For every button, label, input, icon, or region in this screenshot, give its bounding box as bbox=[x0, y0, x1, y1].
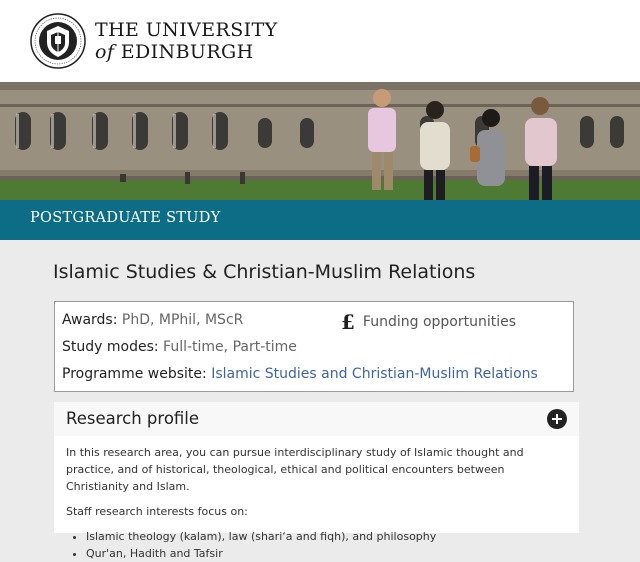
funding-link-label: Funding opportunities bbox=[362, 314, 517, 330]
awards-row: Awards: PhD, MPhil, MScR bbox=[62, 312, 243, 328]
hero-banner-image bbox=[0, 82, 640, 200]
programme-website-label: Programme website: bbox=[62, 366, 207, 382]
research-intro-paragraph: In this research area, you can pursue in… bbox=[66, 446, 524, 493]
research-interests-list: Islamic theology (kalam), law (shari‘a a… bbox=[66, 528, 566, 562]
programme-info-box: Awards: PhD, MPhil, MScR £ Funding oppor… bbox=[54, 301, 574, 392]
study-modes-label: Study modes: bbox=[62, 339, 159, 355]
wordmark-of: of bbox=[95, 40, 115, 63]
wordmark-edinburgh: EDINBURGH bbox=[120, 40, 254, 63]
wordmark-line1: THE UNIVERSITY bbox=[95, 18, 278, 41]
plus-circle-icon[interactable] bbox=[547, 409, 567, 429]
research-profile-body: In this research area, you can pursue in… bbox=[66, 444, 566, 562]
awards-label: Awards: bbox=[62, 312, 118, 328]
list-item: Qur'an, Hadith and Tafsir bbox=[86, 545, 566, 562]
university-logo[interactable]: THE UNIVERSITY of EDINBURGH bbox=[29, 12, 278, 70]
page-title: Islamic Studies & Christian-Muslim Relat… bbox=[53, 261, 476, 283]
pound-icon: £ bbox=[341, 310, 355, 334]
research-profile-title: Research profile bbox=[66, 409, 200, 428]
university-crest-icon bbox=[30, 13, 86, 69]
section-label[interactable]: POSTGRADUATE STUDY bbox=[30, 210, 221, 226]
programme-website-row: Programme website: Islamic Studies and C… bbox=[62, 366, 538, 382]
study-modes-value: Full-time, Part-time bbox=[163, 339, 297, 355]
study-modes-row: Study modes: Full-time, Part-time bbox=[62, 339, 297, 355]
funding-opportunities-link[interactable]: £ Funding opportunities bbox=[341, 310, 516, 334]
wordmark-line2: of EDINBURGH bbox=[95, 40, 278, 63]
awards-value: PhD, MPhil, MScR bbox=[121, 312, 244, 328]
research-interests-intro: Staff research interests focus on: bbox=[66, 505, 248, 518]
list-item: Islamic theology (kalam), law (shari‘a a… bbox=[86, 528, 566, 545]
research-profile-header[interactable]: Research profile bbox=[54, 402, 579, 436]
postgraduate-study-bar: POSTGRADUATE STUDY bbox=[0, 200, 640, 240]
research-profile-panel: Research profile In this research area, … bbox=[54, 402, 579, 560]
header: THE UNIVERSITY of EDINBURGH bbox=[0, 0, 640, 82]
university-wordmark: THE UNIVERSITY of EDINBURGH bbox=[95, 18, 278, 63]
programme-website-link[interactable]: Islamic Studies and Christian-Muslim Rel… bbox=[211, 366, 538, 382]
